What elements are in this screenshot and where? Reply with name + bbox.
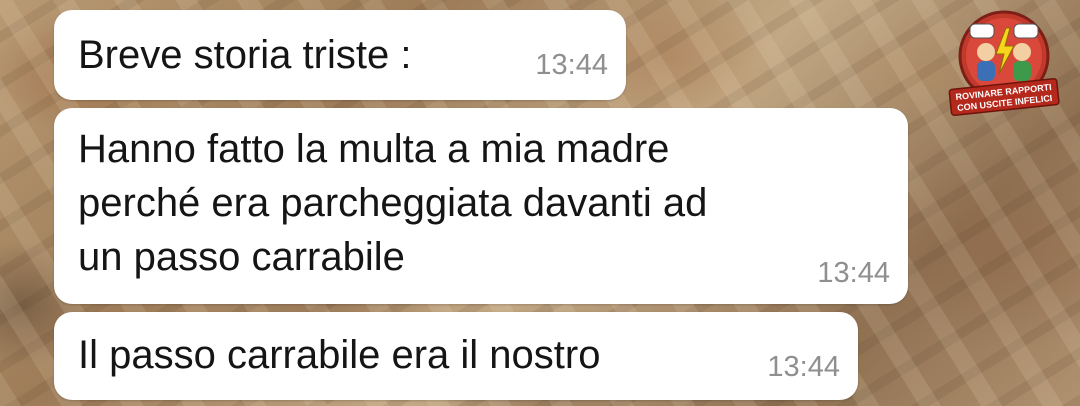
watermark-logo: ROVINARE RAPPORTI CON USCITE INFELICI bbox=[948, 10, 1060, 117]
message-text: Il passo carrabile era il nostro bbox=[78, 333, 601, 377]
message-bubble[interactable]: Il passo carrabile era il nostro 13:44 bbox=[54, 312, 858, 400]
message-text: Hanno fatto la multa a mia madre perché … bbox=[78, 127, 708, 279]
message-timestamp: 13:44 bbox=[767, 351, 840, 383]
message-text: Breve storia triste : bbox=[78, 33, 412, 77]
message-bubble[interactable]: Breve storia triste : 13:44 bbox=[54, 10, 626, 100]
figure-right-icon bbox=[1013, 43, 1031, 61]
message-timestamp: 13:44 bbox=[535, 49, 608, 81]
message-timestamp: 13:44 bbox=[817, 257, 890, 289]
figure-left-icon bbox=[977, 43, 995, 61]
message-bubble[interactable]: Hanno fatto la multa a mia madre perché … bbox=[54, 108, 908, 304]
